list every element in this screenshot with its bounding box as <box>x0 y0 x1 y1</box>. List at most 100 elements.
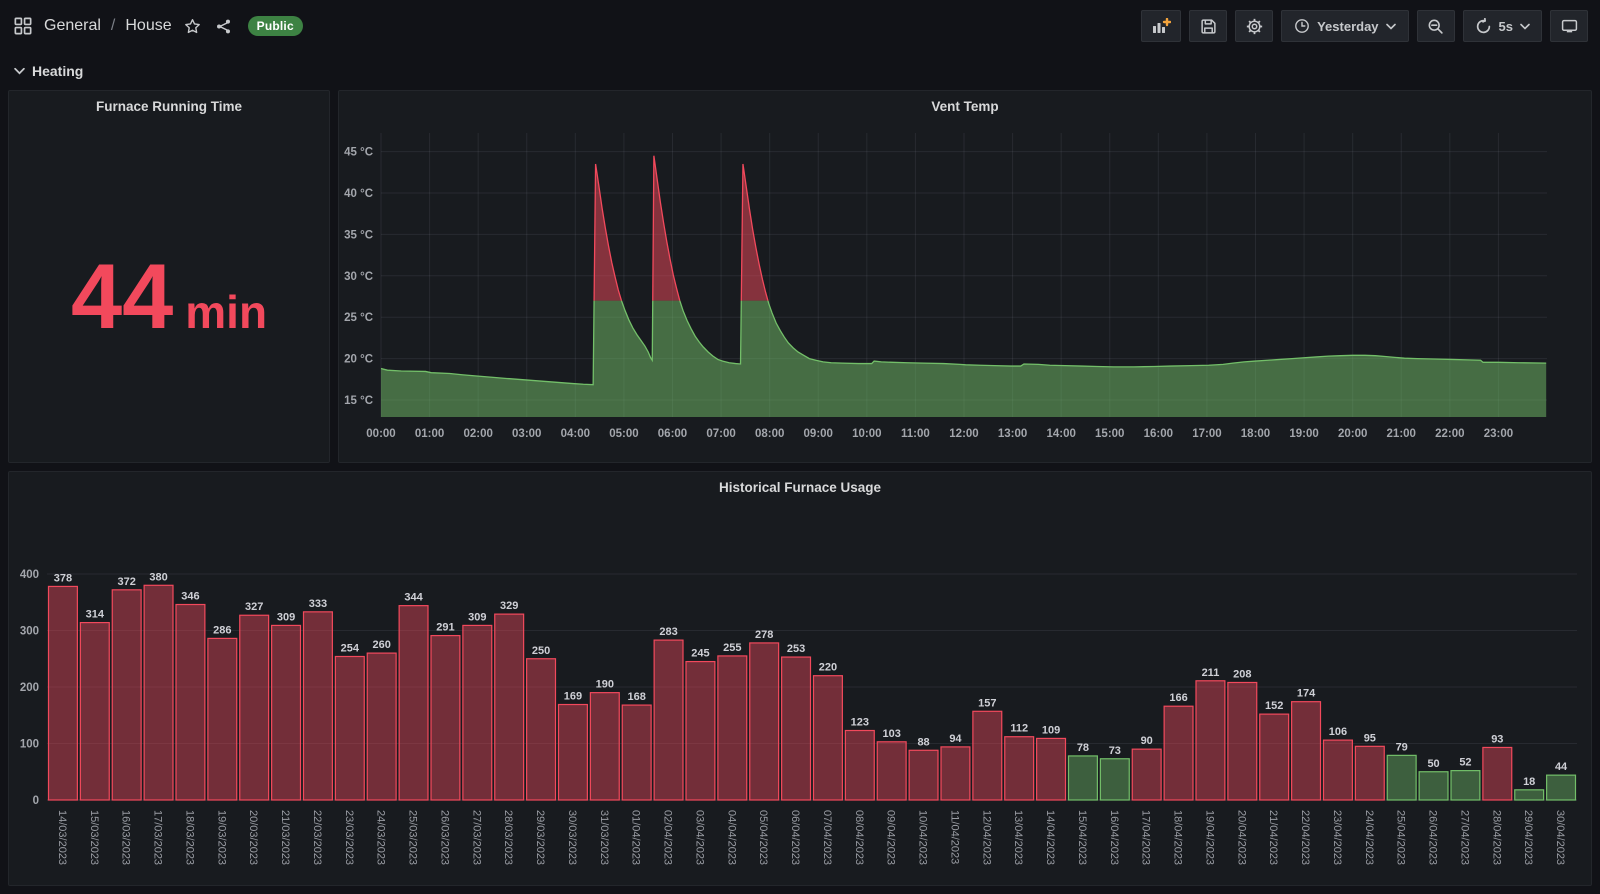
x-axis-date-label: 31/03/2023 <box>598 810 610 865</box>
tv-mode-button[interactable] <box>1550 10 1588 42</box>
tv-icon <box>1561 19 1577 32</box>
x-axis-date-label: 20/04/2023 <box>1235 810 1247 865</box>
y-axis-tick: 0 <box>33 795 39 807</box>
bar-value-label: 208 <box>1233 668 1251 680</box>
panel-title[interactable]: Historical Furnace Usage <box>9 472 1591 502</box>
historical-usage-chart[interactable]: 0 100 200 300 400 378 14/03/2023 314 15/03/2023 3… <box>9 502 1591 885</box>
add-panel-button[interactable] <box>1141 10 1182 42</box>
y-axis-tick: 30 °C <box>344 271 373 283</box>
x-axis-date-label: 27/03/2023 <box>470 810 482 865</box>
bar-value-label: 169 <box>564 691 582 703</box>
chevron-down-icon <box>14 67 25 75</box>
y-axis-tick: 45 °C <box>344 147 373 159</box>
bar-value-label: 94 <box>949 733 962 745</box>
bar-28/04/2023 <box>1482 746 1513 801</box>
y-axis-tick: 400 <box>20 569 39 581</box>
x-axis-tick: 19:00 <box>1289 428 1318 440</box>
x-axis-date-label: 30/03/2023 <box>566 810 578 865</box>
x-axis-date-label: 22/03/2023 <box>311 810 323 865</box>
x-axis-tick: 08:00 <box>755 428 784 440</box>
y-axis-tick: 35 °C <box>344 229 373 241</box>
vent-temp-chart[interactable]: 15 °C 20 °C 25 °C 30 °C 35 °C 40 °C 45 °C 00:00… <box>339 121 1591 462</box>
refresh-picker[interactable]: 5s <box>1462 10 1542 42</box>
panel-vent-temp: Vent Temp 15 °C 20 °C 25 °C 30 °C 35 °C 40 °C… <box>338 90 1592 463</box>
x-axis-date-label: 14/03/2023 <box>56 810 68 865</box>
time-range-label: Yesterday <box>1317 18 1379 34</box>
x-axis-date-label: 25/03/2023 <box>407 810 419 865</box>
bar-23/03/2023 <box>334 655 365 801</box>
panel-title[interactable]: Furnace Running Time <box>9 91 329 121</box>
dashboard-settings-button[interactable] <box>1235 10 1274 42</box>
share-icon[interactable] <box>213 16 234 37</box>
x-axis-tick: 11:00 <box>901 428 930 440</box>
bar-04/04/2023 <box>717 655 748 801</box>
x-axis-tick: 14:00 <box>1046 428 1075 440</box>
breadcrumb-separator: / <box>110 17 116 34</box>
bar-value-label: 250 <box>532 645 550 657</box>
x-axis-date-label: 15/03/2023 <box>88 810 100 865</box>
bar-18/03/2023 <box>175 603 206 801</box>
bar-20/04/2023 <box>1227 681 1258 801</box>
row-header-heating[interactable]: Heating <box>0 52 1600 90</box>
x-axis-date-label: 25/04/2023 <box>1395 810 1407 865</box>
bar-value-label: 314 <box>86 609 105 621</box>
zoom-out-time-button[interactable] <box>1416 10 1455 42</box>
dashboards-icon[interactable] <box>12 15 34 37</box>
x-axis-tick: 17:00 <box>1192 428 1221 440</box>
x-axis-tick: 15:00 <box>1095 428 1124 440</box>
x-axis-date-label: 18/04/2023 <box>1172 810 1184 865</box>
x-axis-date-label: 18/03/2023 <box>183 810 195 865</box>
bar-10/04/2023 <box>908 749 939 801</box>
bar-21/04/2023 <box>1259 713 1290 801</box>
x-axis-tick: 07:00 <box>706 428 735 440</box>
bar-value-label: 152 <box>1265 700 1283 712</box>
x-axis-tick: 06:00 <box>658 428 687 440</box>
bar-value-label: 372 <box>118 576 136 588</box>
x-axis-date-label: 04/04/2023 <box>725 810 737 865</box>
x-axis-date-label: 16/04/2023 <box>1108 810 1120 865</box>
bar-19/04/2023 <box>1195 680 1226 801</box>
bar-value-label: 245 <box>691 648 709 660</box>
breadcrumb-section[interactable]: General <box>44 17 101 35</box>
save-icon <box>1200 18 1216 34</box>
bar-16/04/2023 <box>1099 758 1130 801</box>
x-axis-date-label: 30/04/2023 <box>1554 810 1566 865</box>
bar-value-label: 18 <box>1523 776 1535 788</box>
time-range-picker[interactable]: Yesterday <box>1281 10 1409 42</box>
x-axis-date-label: 14/04/2023 <box>1044 810 1056 865</box>
bar-02/04/2023 <box>653 639 684 801</box>
bar-14/03/2023 <box>47 585 78 801</box>
star-icon[interactable] <box>182 16 203 37</box>
panel-title[interactable]: Vent Temp <box>339 91 1591 121</box>
x-axis-date-label: 27/04/2023 <box>1458 810 1470 865</box>
x-axis-tick: 12:00 <box>949 428 978 440</box>
x-axis-tick: 20:00 <box>1338 428 1367 440</box>
x-axis-date-label: 19/04/2023 <box>1203 810 1215 865</box>
y-axis-tick: 200 <box>20 682 39 694</box>
bar-28/03/2023 <box>494 613 525 801</box>
save-dashboard-button[interactable] <box>1189 10 1228 42</box>
x-axis-tick: 18:00 <box>1241 428 1270 440</box>
bar-value-label: 90 <box>1141 735 1153 747</box>
bar-22/03/2023 <box>302 611 333 801</box>
bar-value-label: 220 <box>819 662 837 674</box>
bar-value-label: 309 <box>277 611 295 623</box>
x-axis-date-label: 11/04/2023 <box>948 810 960 864</box>
settings-icon <box>1246 18 1262 34</box>
top-navigation: General / House Public Yesterday 5s <box>0 0 1600 52</box>
bar-value-label: 327 <box>245 601 263 613</box>
breadcrumb-page[interactable]: House <box>125 17 171 35</box>
bar-13/04/2023 <box>1004 736 1035 801</box>
bar-29/04/2023 <box>1514 789 1545 801</box>
bar-value-label: 174 <box>1297 688 1316 700</box>
bar-08/04/2023 <box>844 729 875 801</box>
x-axis-date-label: 01/04/2023 <box>630 810 642 865</box>
bar-21/03/2023 <box>271 624 302 801</box>
bar-05/04/2023 <box>749 642 780 801</box>
bar-value-label: 95 <box>1364 732 1376 744</box>
row-title: Heating <box>32 63 84 79</box>
x-axis-date-label: 08/04/2023 <box>853 810 865 865</box>
bar-23/04/2023 <box>1322 739 1353 801</box>
bar-27/04/2023 <box>1450 770 1481 801</box>
bar-29/03/2023 <box>526 658 557 801</box>
